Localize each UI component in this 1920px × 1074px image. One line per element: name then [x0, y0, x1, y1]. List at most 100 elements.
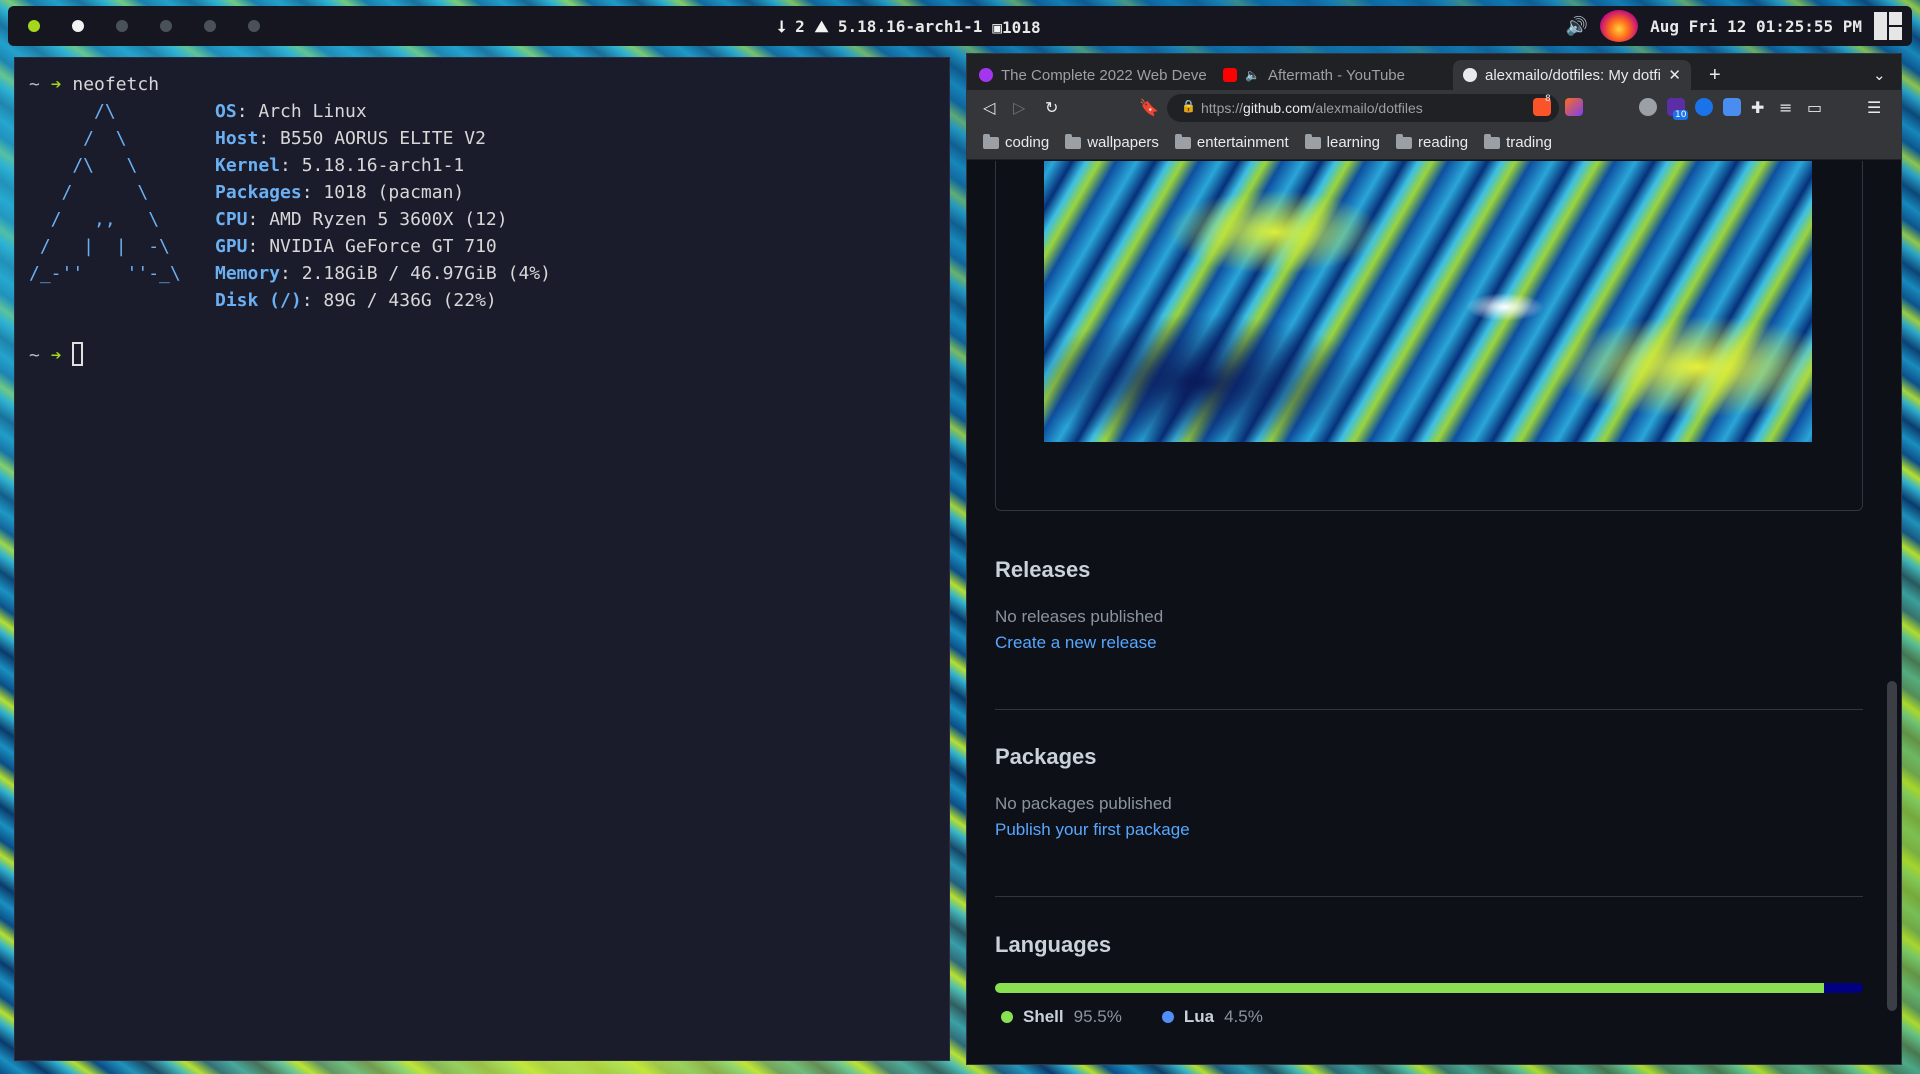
languages-heading: Languages — [995, 932, 1112, 957]
updates-count: 2 — [795, 17, 805, 36]
prompt-line: ~ ➔ neofetch — [29, 74, 160, 95]
bookmark-folder-coding[interactable]: coding — [983, 133, 1049, 151]
extension-glasses-icon[interactable] — [1639, 98, 1657, 116]
brave-rewards-icon[interactable] — [1565, 98, 1583, 116]
workspace-5[interactable] — [204, 20, 216, 32]
download-arrow-icon: ⭣ — [778, 17, 786, 36]
playlist-icon[interactable]: ≡ — [1779, 98, 1792, 117]
languages-section: Languages — [995, 932, 1863, 958]
github-page-content[interactable]: Releases No releases published Create a … — [967, 161, 1901, 1066]
bookmarks-bar: coding wallpapers entertainment learning… — [967, 126, 1901, 160]
clock: Aug Fri 12 01:25:55 PM — [1650, 16, 1862, 36]
releases-heading[interactable]: Releases — [995, 557, 1863, 583]
volume-icon[interactable]: 🔊 — [1566, 16, 1588, 37]
folder-icon — [983, 133, 999, 149]
forward-icon[interactable]: ▷ — [1013, 98, 1025, 117]
folder-icon — [1174, 133, 1191, 149]
info-kernel: Kernel: 5.18.16-arch1-1 — [215, 155, 465, 176]
readme-screenshot-image — [1044, 161, 1812, 442]
language-item-lua[interactable]: Lua 4.5% — [1161, 1007, 1263, 1027]
tab-search-chevron-icon[interactable]: ⌄ — [1873, 60, 1886, 90]
ascii-art-line: / \ — [29, 128, 127, 149]
address-bar[interactable]: 🔒 https://github.com/alexmailo/dotfiles … — [1167, 94, 1559, 122]
udemy-icon — [979, 68, 993, 82]
menu-icon[interactable]: ☰ — [1867, 98, 1881, 117]
tab-web-dev-course[interactable]: The Complete 2022 Web Deve — [979, 60, 1211, 90]
ascii-art-line: /_-'' ''-_\ — [29, 263, 181, 284]
folder-icon — [1396, 133, 1413, 149]
packages-section: Packages No packages published Publish y… — [995, 744, 1863, 840]
create-release-link[interactable]: Create a new release — [995, 633, 1863, 653]
bookmark-icon[interactable]: 🔖 — [1139, 98, 1159, 117]
info-cpu: CPU: AMD Ryzen 5 3600X (12) — [215, 209, 508, 230]
extensions-puzzle-icon[interactable]: ✚ — [1751, 98, 1764, 117]
lock-icon: 🔒 — [1181, 99, 1196, 113]
github-icon — [1463, 68, 1477, 82]
info-gpu: GPU: NVIDIA GeForce GT 710 — [215, 236, 497, 257]
browser-window: The Complete 2022 Web Deve 🔈 Aftermath -… — [966, 53, 1902, 1065]
avatar-icon — [1600, 10, 1639, 42]
bookmark-folder-wallpapers[interactable]: wallpapers — [1065, 133, 1159, 151]
command-text: neofetch — [72, 74, 160, 95]
prompt-line: ~ ➔ — [29, 342, 84, 366]
info-memory: Memory: 2.18GiB / 46.97GiB (4%) — [215, 263, 551, 284]
wallet-icon[interactable]: ▭ — [1807, 98, 1822, 117]
kernel-version: 5.18.16-arch1-1 — [837, 17, 983, 36]
audio-playing-icon[interactable]: 🔈 — [1245, 68, 1260, 82]
prompt-arrow-icon: ➔ — [50, 345, 62, 366]
ascii-art-line: / \ — [29, 182, 149, 203]
layout-icon[interactable] — [1874, 12, 1902, 40]
info-packages: Packages: 1018 (pacman) — [215, 182, 465, 203]
reload-icon[interactable]: ↻ — [1045, 98, 1058, 117]
divider — [995, 709, 1863, 710]
workspace-3[interactable] — [116, 20, 128, 32]
packages-heading[interactable]: Packages — [995, 744, 1863, 770]
page-scrollbar[interactable] — [1887, 681, 1897, 1011]
workspace-2[interactable] — [72, 20, 84, 32]
top-bar: ⭣ 2 ⛰ 5.18.16-arch1-1 ▣1018 🔊 Aug Fri 12… — [8, 6, 1912, 46]
language-bar-segment-shell — [995, 983, 1824, 993]
packages-count: 1018 — [1002, 17, 1041, 37]
tab-strip: The Complete 2022 Web Deve 🔈 Aftermath -… — [967, 54, 1901, 90]
ascii-art-line: /\ \ — [29, 155, 138, 176]
language-color-dot — [1001, 1011, 1013, 1023]
language-legend: Shell 95.5% Lua 4.5% — [1001, 1007, 1263, 1027]
language-item-shell[interactable]: Shell 95.5% — [1001, 1007, 1122, 1027]
folder-icon — [1304, 133, 1321, 149]
tab-github-dotfiles[interactable]: alexmailo/dotfiles: My dotfi ✕ — [1453, 60, 1691, 90]
readme-container — [995, 161, 1863, 511]
new-tab-icon[interactable]: + — [1709, 60, 1721, 90]
info-disk: Disk (/): 89G / 436G (22%) — [215, 290, 497, 311]
workspace-6[interactable] — [248, 20, 260, 32]
info-os: OS: Arch Linux — [215, 101, 367, 122]
extension-blue-icon[interactable] — [1695, 98, 1713, 116]
ascii-art-line: / ,, \ — [29, 209, 160, 230]
tab-youtube[interactable]: 🔈 Aftermath - YouTube — [1223, 60, 1443, 90]
bookmark-folder-learning[interactable]: learning — [1304, 133, 1380, 151]
publish-package-link[interactable]: Publish your first package — [995, 820, 1863, 840]
workspace-1[interactable] — [28, 20, 40, 32]
package-icon: ▣ — [992, 17, 1003, 37]
releases-empty-text: No releases published — [995, 607, 1164, 626]
ascii-art-line: /\ — [29, 101, 116, 122]
close-tab-icon[interactable]: ✕ — [1668, 66, 1681, 84]
bookmark-folder-trading[interactable]: trading — [1484, 133, 1552, 151]
tux-icon: ⛰ — [814, 17, 829, 36]
bookmark-folder-reading[interactable]: reading — [1396, 133, 1468, 151]
back-icon[interactable]: ◁ — [983, 98, 995, 117]
releases-section: Releases No releases published Create a … — [995, 557, 1863, 653]
extension-cloud-icon[interactable] — [1723, 98, 1741, 116]
packages-empty-text: No packages published — [995, 794, 1172, 813]
language-color-dot — [1161, 1011, 1174, 1023]
divider — [995, 896, 1863, 897]
folder-icon — [1484, 133, 1501, 149]
terminal-window[interactable]: ~ ➔ neofetch /\ / \ /\ \ / \ / ,, \ / | … — [14, 57, 950, 1061]
bookmark-folder-entertainment[interactable]: entertainment — [1174, 133, 1289, 151]
workspace-4[interactable] — [160, 20, 172, 32]
youtube-icon — [1223, 68, 1237, 82]
language-bar — [995, 983, 1863, 993]
info-host: Host: B550 AORUS ELITE V2 — [215, 128, 486, 149]
ascii-art-line: / | | -\ — [29, 236, 170, 257]
language-bar-segment-lua — [1823, 983, 1863, 993]
folder-icon — [1065, 133, 1082, 149]
